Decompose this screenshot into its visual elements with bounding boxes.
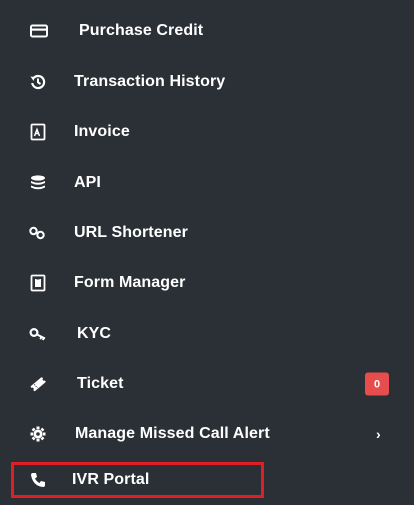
phone-icon	[29, 471, 47, 489]
sidebar-item-label: Manage Missed Call Alert	[75, 425, 270, 442]
database-icon	[29, 174, 47, 192]
sidebar-item-label: Ticket	[77, 375, 124, 392]
link-icon	[28, 224, 46, 242]
sidebar-item-ivr-portal[interactable]: IVR Portal	[0, 455, 414, 505]
sidebar-menu: Purchase Credit Transaction History Invo…	[0, 0, 414, 501]
ticket-count-badge: 0	[365, 372, 389, 396]
sidebar-item-ticket[interactable]: Ticket 0	[0, 359, 414, 409]
sidebar-item-label: API	[74, 174, 101, 191]
sidebar-item-label: Invoice	[74, 123, 130, 140]
sidebar-item-transaction-history[interactable]: Transaction History	[0, 57, 414, 107]
sidebar-item-kyc[interactable]: KYC	[0, 309, 414, 359]
sidebar-item-purchase-credit[interactable]: Purchase Credit	[0, 6, 414, 56]
gear-icon	[29, 425, 47, 443]
sidebar-item-manage-missed-call-alert[interactable]: Manage Missed Call Alert ›	[0, 409, 414, 459]
sidebar-item-invoice[interactable]: Invoice	[0, 107, 414, 157]
sidebar-item-label: URL Shortener	[74, 224, 188, 241]
ticket-icon	[29, 375, 47, 393]
sidebar-item-url-shortener[interactable]: URL Shortener	[0, 208, 414, 258]
sidebar-item-api[interactable]: API	[0, 158, 414, 208]
form-icon	[29, 274, 47, 292]
key-icon	[29, 325, 47, 343]
sidebar-item-label: IVR Portal	[72, 471, 150, 488]
sidebar-item-label: Form Manager	[74, 274, 186, 291]
sidebar-item-label: KYC	[77, 325, 112, 342]
pdf-file-icon	[29, 123, 47, 141]
chevron-right-icon: ›	[376, 426, 381, 442]
credit-card-icon	[30, 22, 48, 40]
sidebar-item-form-manager[interactable]: Form Manager	[0, 258, 414, 308]
sidebar-item-label: Purchase Credit	[79, 22, 204, 39]
history-icon	[29, 73, 47, 91]
sidebar-item-label: Transaction History	[74, 73, 226, 90]
